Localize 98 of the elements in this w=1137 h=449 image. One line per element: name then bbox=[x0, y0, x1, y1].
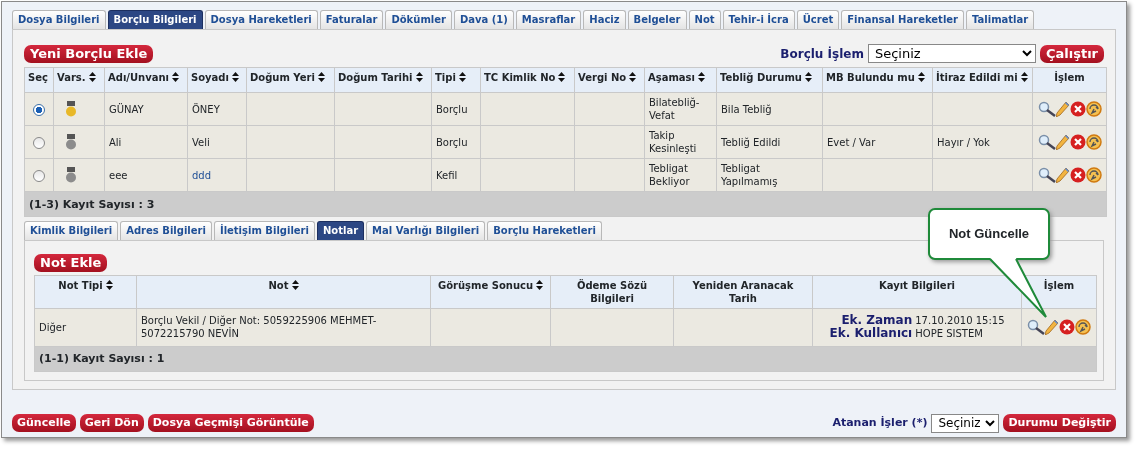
record-count: (1-1) Kayıt Sayısı : 1 bbox=[39, 352, 165, 365]
callout: Not Güncelle bbox=[928, 208, 1050, 260]
tab[interactable]: Masraflar bbox=[515, 10, 582, 29]
table-cell: Borçlu Vekil / Diğer Not: 5059225906 MEHMET-5072215790 NEVİN bbox=[141, 315, 377, 339]
table-cell: Evet / Var bbox=[827, 136, 876, 148]
tab[interactable]: Borçlu Bilgileri bbox=[107, 10, 203, 29]
search-icon[interactable] bbox=[1037, 101, 1056, 117]
tab[interactable]: Mal Varlığı Bilgileri bbox=[366, 221, 486, 240]
sort-icon[interactable] bbox=[536, 279, 544, 290]
record-count: (1-3) Kayıt Sayısı : 3 bbox=[29, 197, 155, 211]
circular-arrow-icon[interactable] bbox=[1075, 319, 1091, 335]
column-header: Ödeme Sözü Bilgileri bbox=[576, 279, 648, 304]
column-header[interactable]: Not Tipi bbox=[58, 279, 113, 291]
tab[interactable]: Dökümler bbox=[385, 10, 452, 29]
assigned-tasks-dropdown[interactable]: Seçiniz bbox=[931, 413, 1000, 433]
sort-icon[interactable] bbox=[105, 279, 113, 290]
search-icon[interactable] bbox=[1027, 319, 1045, 335]
sort-icon[interactable] bbox=[231, 72, 239, 82]
radio-button[interactable] bbox=[33, 103, 45, 116]
history-button[interactable]: Dosya Geçmişi Görüntüle bbox=[147, 414, 314, 432]
table-cell: Tebliğ Edildi bbox=[721, 136, 781, 148]
column-header[interactable]: Not bbox=[268, 279, 299, 291]
sort-icon[interactable] bbox=[917, 72, 925, 82]
table-cell: eee bbox=[109, 169, 128, 181]
table-cell: Ali bbox=[109, 136, 122, 148]
tab[interactable]: Talimatlar bbox=[966, 10, 1035, 29]
medal-icon bbox=[66, 167, 76, 183]
run-button[interactable]: Çalıştır bbox=[1039, 44, 1104, 63]
update-button[interactable]: Güncelle bbox=[12, 414, 76, 432]
tab[interactable]: Notlar bbox=[316, 221, 365, 240]
table-cell: Hayır / Yok bbox=[937, 136, 990, 148]
column-header: Seç bbox=[28, 72, 48, 83]
column-header: İşlem bbox=[1054, 72, 1085, 83]
circular-arrow-icon[interactable] bbox=[1085, 101, 1102, 117]
record-value: HOPE SISTEM bbox=[915, 327, 984, 340]
table-cell: Tebligat Yapılmamış bbox=[721, 163, 778, 187]
table-cell: Diğer bbox=[39, 321, 67, 333]
table-cell: Takip Kesinleşti bbox=[649, 130, 697, 154]
action-label: Borçlu İşlem bbox=[780, 45, 864, 63]
delete-icon[interactable] bbox=[1069, 167, 1086, 183]
tab[interactable]: Finansal Hareketler bbox=[841, 10, 965, 29]
circular-arrow-icon[interactable] bbox=[1085, 167, 1102, 183]
tab[interactable]: Dosya Bilgileri bbox=[12, 10, 106, 29]
sort-icon[interactable] bbox=[629, 72, 637, 82]
table-cell: Tebligat Bekliyor bbox=[649, 163, 690, 187]
column-header: Kayıt Bilgileri bbox=[879, 279, 955, 291]
tab[interactable]: Haciz bbox=[583, 10, 626, 29]
tab[interactable]: Adres Bilgileri bbox=[120, 221, 212, 240]
delete-icon[interactable] bbox=[1069, 101, 1086, 117]
search-icon[interactable] bbox=[1037, 167, 1056, 183]
table-cell: ÖNEY bbox=[192, 103, 220, 115]
action-dropdown[interactable]: Seçiniz bbox=[867, 44, 1036, 63]
tab[interactable]: Dosya Hareketleri bbox=[204, 10, 318, 29]
tab[interactable]: Ücret bbox=[796, 10, 840, 29]
sort-icon[interactable] bbox=[458, 72, 466, 82]
medal-icon bbox=[66, 134, 76, 150]
tab[interactable]: Not bbox=[688, 10, 721, 29]
sort-icon[interactable] bbox=[291, 279, 299, 290]
tab[interactable]: Kimlik Bilgileri bbox=[24, 221, 119, 240]
tab[interactable]: Belgeler bbox=[627, 10, 687, 29]
back-button[interactable]: Geri Dön bbox=[79, 414, 144, 432]
tab[interactable]: Tehir-i İcra bbox=[722, 10, 795, 29]
table-cell: Borçlu bbox=[436, 103, 468, 115]
add-note-button[interactable]: Not Ekle bbox=[34, 254, 108, 272]
medal-icon bbox=[66, 101, 76, 117]
sort-icon[interactable] bbox=[88, 72, 96, 82]
table-cell: ddd bbox=[192, 169, 212, 181]
sort-icon[interactable] bbox=[698, 72, 705, 82]
change-status-button[interactable]: Durumu Değiştir bbox=[1003, 414, 1116, 432]
tab[interactable]: İletişim Bilgileri bbox=[213, 221, 315, 240]
record-label: Ek. Zaman bbox=[840, 314, 913, 327]
record-label: Ek. Kullanıcı bbox=[829, 327, 913, 340]
sort-icon[interactable] bbox=[172, 72, 180, 82]
add-debtor-button[interactable]: Yeni Borçlu Ekle bbox=[24, 44, 154, 63]
table-cell: Bilatebliğ-Vefat bbox=[649, 97, 700, 121]
record-value: 17.10.2010 15:15 bbox=[915, 314, 1005, 327]
tab[interactable]: Borçlu Hareketleri bbox=[487, 221, 602, 240]
sort-icon[interactable] bbox=[558, 72, 566, 82]
table-cell: Kefil bbox=[436, 169, 458, 181]
search-icon[interactable] bbox=[1037, 134, 1056, 150]
table-cell: Veli bbox=[192, 136, 210, 148]
table-cell: GÜNAY bbox=[109, 103, 144, 115]
circular-arrow-icon[interactable] bbox=[1085, 134, 1102, 150]
assigned-tasks-label: Atanan İşler (*) bbox=[832, 414, 928, 431]
sort-icon[interactable] bbox=[415, 72, 423, 82]
sort-icon[interactable] bbox=[1020, 72, 1028, 82]
radio-button[interactable] bbox=[33, 169, 45, 182]
delete-icon[interactable] bbox=[1059, 319, 1075, 335]
table-cell: Bila Tebliğ bbox=[721, 103, 772, 115]
sort-icon[interactable] bbox=[317, 72, 325, 82]
tab[interactable]: Faturalar bbox=[319, 10, 384, 29]
column-header: Yeniden Aranacak Tarih bbox=[692, 279, 794, 304]
sort-icon[interactable] bbox=[804, 72, 812, 82]
radio-button[interactable] bbox=[33, 136, 45, 149]
column-header: İşlem bbox=[1043, 279, 1075, 291]
tab[interactable]: Dava (1) bbox=[453, 10, 514, 29]
table-cell: Borçlu bbox=[436, 136, 468, 148]
delete-icon[interactable] bbox=[1069, 134, 1086, 150]
